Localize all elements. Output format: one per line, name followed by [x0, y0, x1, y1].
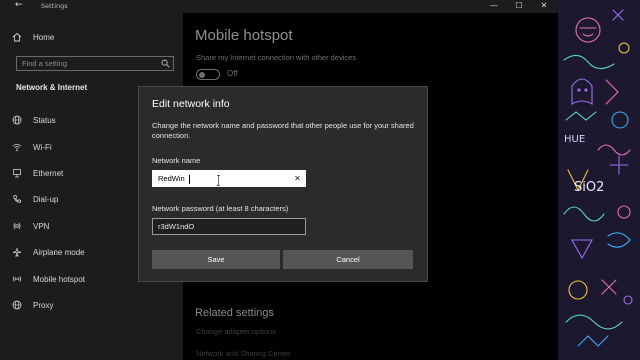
password-label: Network password (at least 8 characters) — [152, 204, 289, 213]
cancel-button[interactable]: Cancel — [283, 250, 413, 269]
network-name-value: RedWin — [158, 174, 185, 183]
network-name-label: Network name — [152, 156, 201, 165]
wallpaper-label: HUE — [564, 134, 586, 145]
network-name-field[interactable]: RedWin ✕ — [152, 170, 306, 187]
text-caret — [189, 175, 190, 184]
dialog-title: Edit network info — [152, 98, 230, 110]
wallpaper-label: SiO2 — [574, 180, 605, 195]
password-value: r3dW1ndO — [158, 222, 195, 231]
edit-network-dialog: Edit network info Change the network nam… — [138, 86, 428, 282]
dialog-description: Change the network name and password tha… — [152, 121, 414, 140]
clear-text-button[interactable]: ✕ — [290, 174, 305, 183]
save-button[interactable]: Save — [152, 250, 280, 269]
ibeam-cursor-icon — [217, 173, 220, 186]
desktop-wallpaper: HUE SiO2 — [558, 0, 640, 360]
network-password-field[interactable]: r3dW1ndO — [152, 218, 306, 235]
modal-overlay: Edit network info Change the network nam… — [0, 0, 558, 360]
settings-window: ← Settings — ☐ ✕ Home Find a setting Net… — [0, 0, 558, 360]
